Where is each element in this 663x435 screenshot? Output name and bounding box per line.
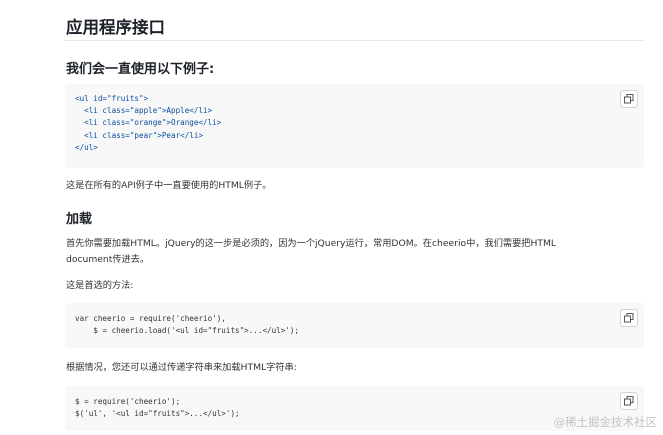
paragraph-string-method: 根据情况，您还可以通过传递字符串来加载HTML字符串:	[66, 362, 297, 373]
copy-code-button[interactable]	[620, 90, 638, 108]
code-line: <li class="pear">Pear</li>	[75, 130, 204, 140]
code-line: $('ul', '<ul id="fruits">...</ul>');	[75, 409, 240, 419]
code-line: <li class="orange">Orange</li>	[75, 118, 222, 128]
section-heading-example: 我们会一直使用以下例子:	[66, 62, 215, 77]
code-block-preferred: var cheerio = require('cheerio'), $ = ch…	[65, 303, 644, 348]
code-line: </ul>	[75, 142, 98, 152]
paragraph-preferred-method: 这是首选的方法:	[66, 280, 134, 291]
paragraph-load-line1: 首先你需要加载HTML。jQuery的这一步是必须的，因为一个jQuery运行，…	[66, 238, 557, 249]
code-html-example: <ul id="fruits"> <li class="apple">Apple…	[75, 93, 221, 154]
copy-icon	[624, 313, 634, 323]
section-heading-loading: 加载	[66, 212, 93, 227]
code-line: <ul id="fruits">	[75, 94, 149, 103]
code-line: $ = require('cheerio');	[75, 397, 181, 406]
code-line: <li class="apple">Apple</li>	[75, 106, 213, 116]
copy-icon	[624, 396, 634, 406]
watermark: @稀土掘金技术社区	[553, 415, 658, 429]
code-preferred: var cheerio = require('cheerio'), $ = ch…	[75, 313, 299, 337]
title-divider	[64, 40, 644, 41]
code-string-load: $ = require('cheerio'); $('ul', '<ul id=…	[75, 396, 240, 420]
code-line: var cheerio = require('cheerio'),	[75, 314, 226, 323]
paragraph-load-line2: document传进去。	[66, 254, 150, 265]
copy-code-button[interactable]	[620, 392, 638, 410]
code-line: $ = cheerio.load('<ul id="fruits">...</u…	[75, 326, 300, 336]
page-title: 应用程序接口	[66, 18, 165, 37]
copy-code-button[interactable]	[620, 309, 638, 327]
paragraph-example-note: 这是在所有的API例子中一直要使用的HTML例子。	[66, 180, 272, 191]
copy-icon	[624, 94, 634, 104]
code-block-html-example: <ul id="fruits"> <li class="apple">Apple…	[65, 84, 644, 168]
